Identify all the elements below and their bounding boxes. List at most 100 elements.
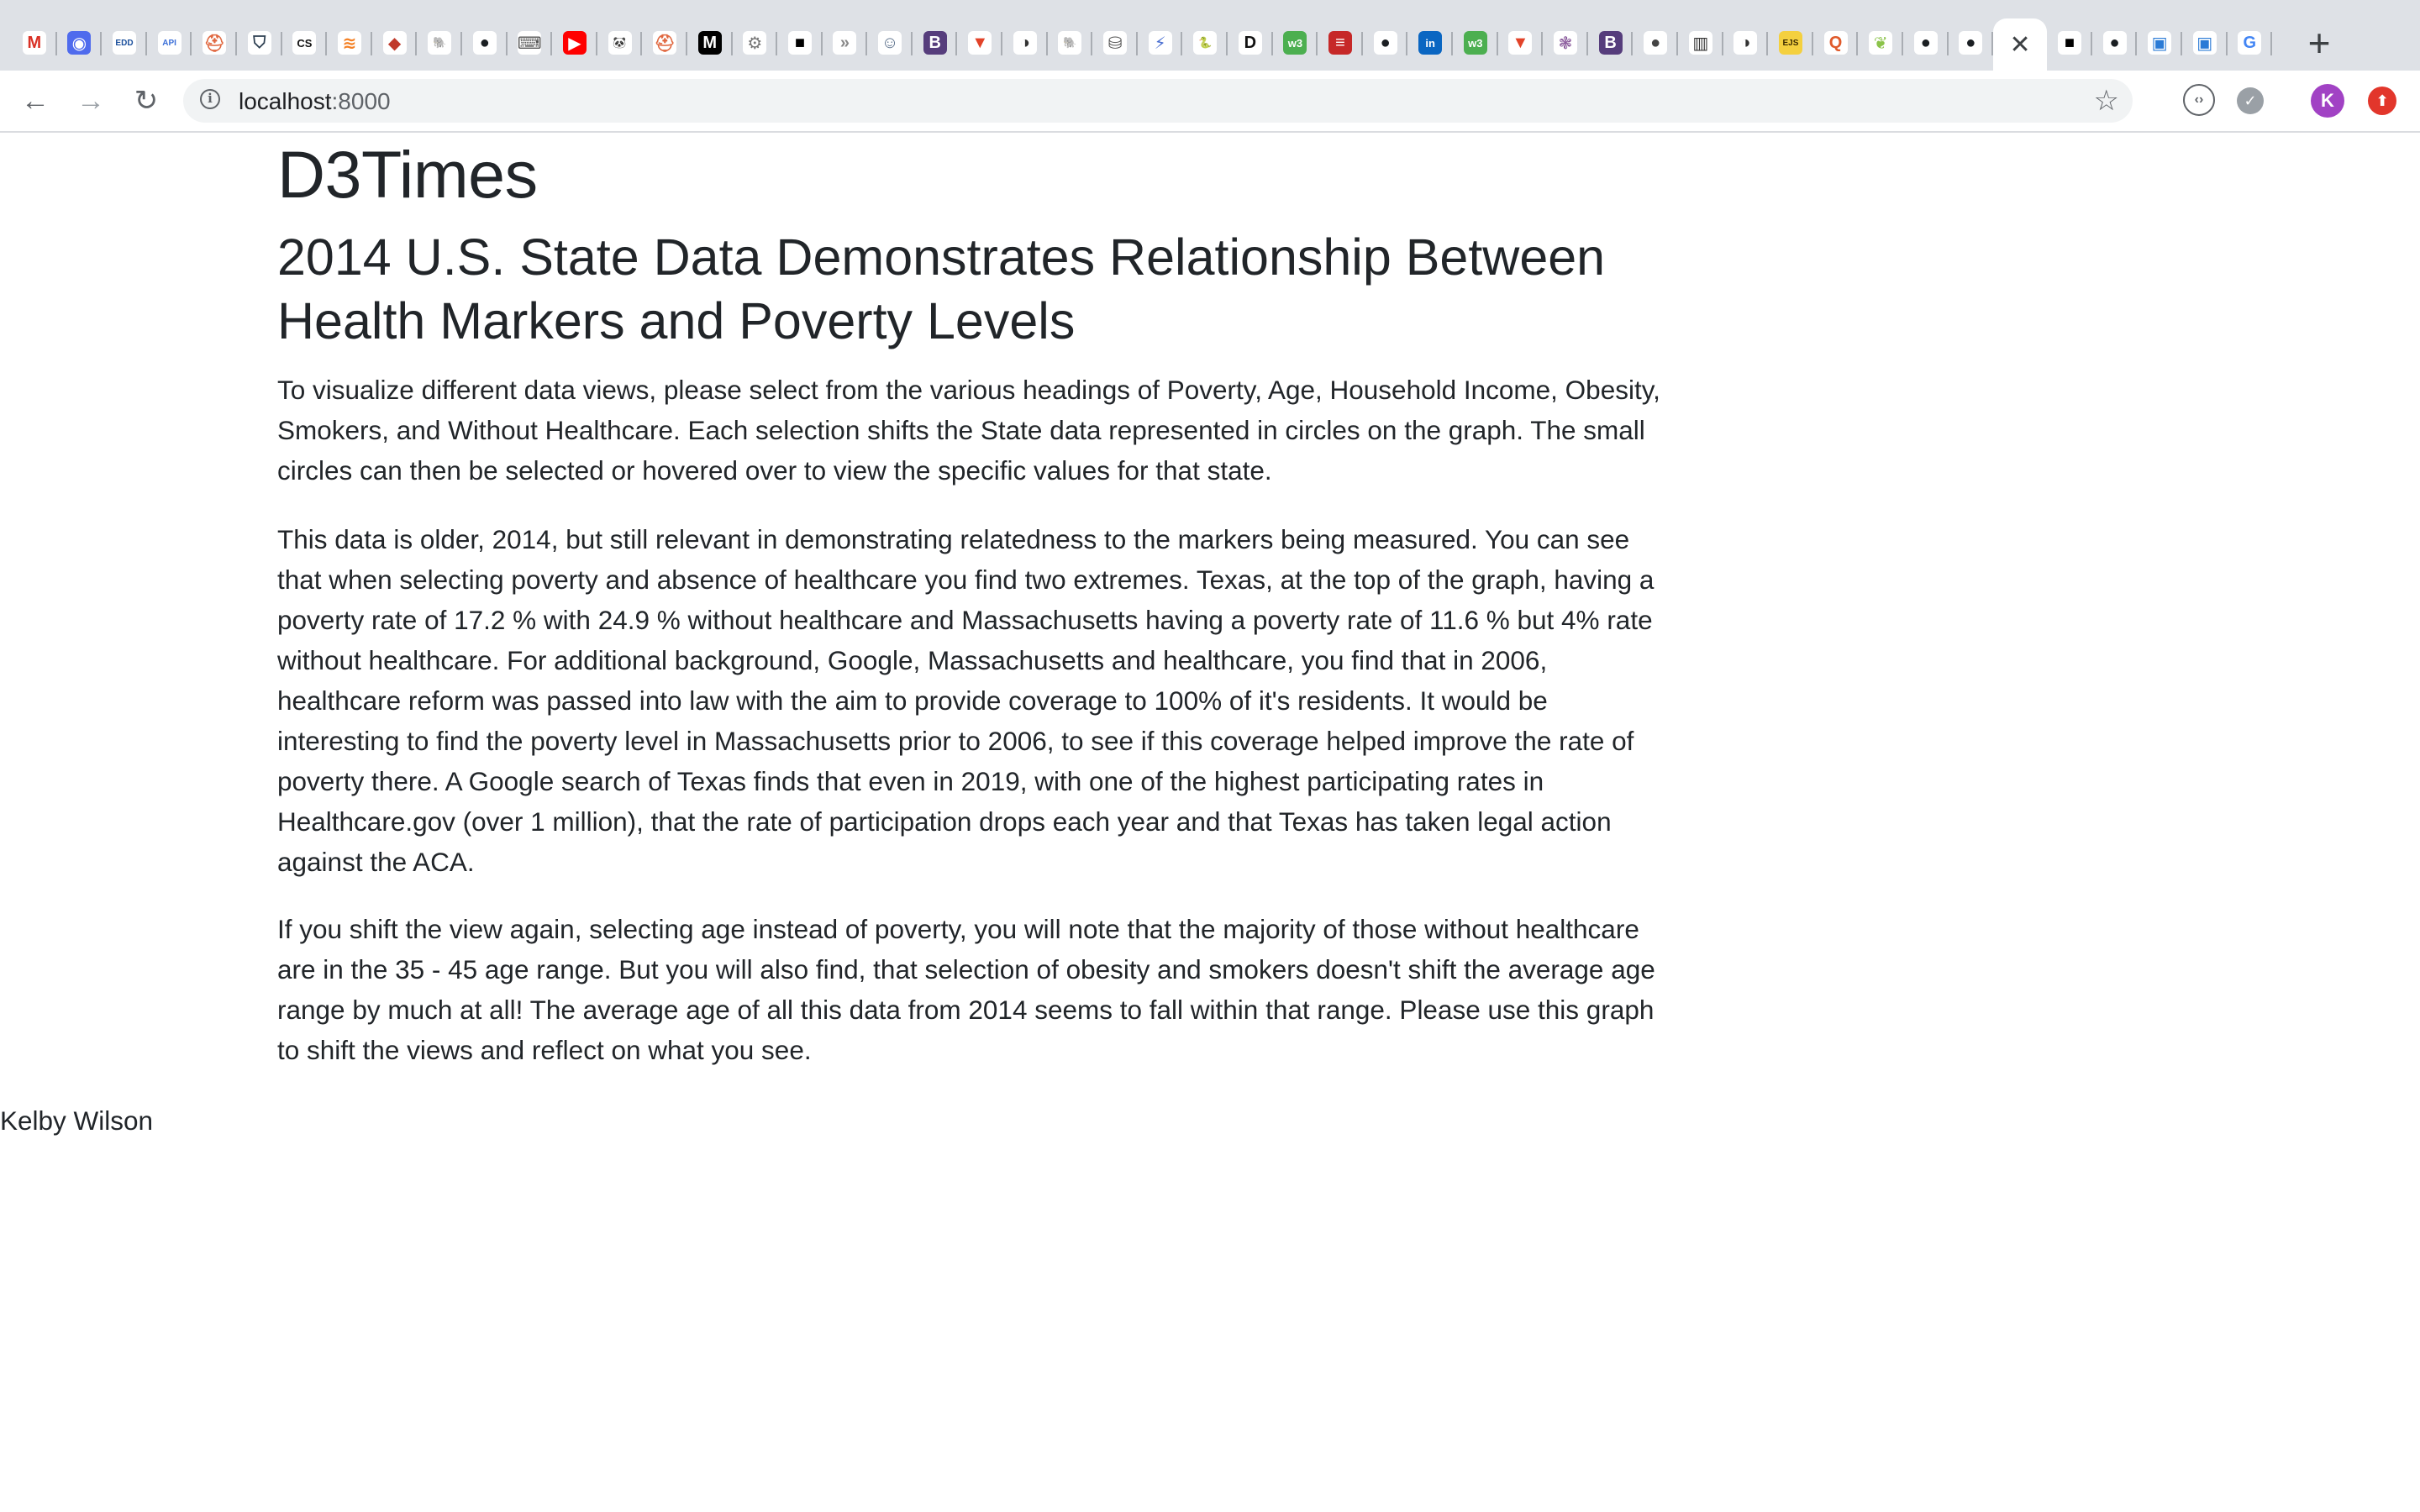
tabs-row: M ◉ EDD API ⛑ ⛉ CS ≋ ◆ 🐘 ● ⌨ ▶ 🐼 ⛑ M ⚙ ■» ☺ B ▼ ◑ 🐘 ⛁ ⚡ 🐍 Dw3 ≡ ● in w… xyxy=(12,18,2297,71)
tab-strip: M ◉ EDD API ⛑ ⛉ CS ≋ ◆ 🐘 ● ⌨ ▶ 🐼 ⛑ M ⚙ ■» ☺ B ▼ ◑ 🐘 ⛁ ⚡ 🐍 Dw3 ≡ ● in w… xyxy=(0,0,2420,71)
extension-code-icon[interactable]: ‹› xyxy=(2183,84,2215,116)
browser-tab[interactable]: 🐘 xyxy=(1048,18,1093,67)
gitlab-icon-2: ▼ xyxy=(1508,31,1533,55)
edd-icon: EDD xyxy=(112,31,136,55)
github-icon-2: ● xyxy=(1373,31,1397,55)
gmail-icon: M xyxy=(22,31,46,55)
browser-tab[interactable]: » xyxy=(823,18,868,67)
page-headline: 2014 U.S. State Data Demonstrates Relati… xyxy=(277,228,1606,349)
globe-icon: ◑ xyxy=(1013,31,1037,55)
browser-tab[interactable]: ◉ xyxy=(57,18,103,67)
browser-tab[interactable]: ● xyxy=(2092,18,2138,67)
browser-tab[interactable]: D xyxy=(1228,18,1273,67)
browser-tab[interactable]: ⌨ xyxy=(508,18,553,67)
browser-tab[interactable]: M xyxy=(12,18,57,67)
author-name: Kelby Wilson xyxy=(0,1105,154,1136)
browser-tab[interactable]: w3 xyxy=(1273,18,1318,67)
browser-tab[interactable]: ⛑ xyxy=(642,18,687,67)
profile-avatar[interactable]: K xyxy=(2311,84,2344,118)
intro-paragraph: To visualize different data views, pleas… xyxy=(277,375,1660,486)
browser-tab[interactable]: ● xyxy=(1903,18,1949,67)
browser-tab[interactable]: ⚙ xyxy=(733,18,778,67)
browser-tab[interactable]: ● xyxy=(1949,18,1994,67)
browser-tab[interactable]: 🐘 xyxy=(417,18,462,67)
ejs-icon: EJS xyxy=(1778,31,1802,55)
browser-tab[interactable]: ⛑ xyxy=(192,18,237,67)
brain-icon: ❃ xyxy=(1553,31,1577,55)
forward-button[interactable]: → xyxy=(71,81,111,121)
browser-toolbar: ← → ↻ i localhost:8000 ☆ ‹› ✓ K ⬆ xyxy=(0,71,2420,133)
browser-tab[interactable]: EDD xyxy=(102,18,147,67)
info-icon[interactable]: i xyxy=(200,89,220,109)
browser-tab[interactable]: ■ xyxy=(777,18,823,67)
github-icon-4: ● xyxy=(1959,31,1983,55)
browser-tab[interactable]: B xyxy=(913,18,958,67)
extension-check-icon[interactable]: ✓ xyxy=(2237,87,2264,114)
browser-tab[interactable]: ▼ xyxy=(1498,18,1544,67)
browser-tab[interactable]: ◑ xyxy=(1002,18,1048,67)
browser-tab[interactable]: ◑ xyxy=(1723,18,1769,67)
bookmark-star-icon[interactable]: ☆ xyxy=(2094,84,2119,118)
browser-tab[interactable]: ⚡ xyxy=(1138,18,1183,67)
url-text: localhost:8000 xyxy=(239,88,391,115)
browser-tab[interactable]: EJS xyxy=(1768,18,1813,67)
close-tab-icon[interactable]: ✕ xyxy=(2010,30,2031,60)
api-icon: API xyxy=(157,31,182,55)
black-square-icon-2: ■ xyxy=(2057,31,2081,55)
browser-tab[interactable]: M xyxy=(687,18,733,67)
dark-circle-icon: ● xyxy=(1644,31,1668,55)
browser-tab[interactable]: ▶ xyxy=(552,18,597,67)
browser-tab[interactable]: ❃ xyxy=(1543,18,1588,67)
browser-tab[interactable]: ⛁ xyxy=(1092,18,1138,67)
postgres-icon: 🐘 xyxy=(428,31,452,55)
robot-icon: ☺ xyxy=(878,31,902,55)
terminal-icon: ⌨ xyxy=(518,31,542,55)
browser-tab[interactable]: G xyxy=(2228,18,2273,67)
update-alert-icon[interactable]: ⬆ xyxy=(2368,87,2396,115)
browser-tab[interactable]: ▣ xyxy=(2182,18,2228,67)
shield-icon: ⛉ xyxy=(247,31,271,55)
browser-tab[interactable]: CS xyxy=(282,18,328,67)
analysis-paragraph: This data is older, 2014, but still rele… xyxy=(277,524,1655,877)
doc-icon-2: ▣ xyxy=(2192,31,2217,55)
browser-tab[interactable]: ● xyxy=(1633,18,1678,67)
browser-tab[interactable]: ≡ xyxy=(1318,18,1363,67)
bolt-icon: ⚡ xyxy=(1148,31,1172,55)
browser-tab[interactable]: ■ xyxy=(2047,18,2092,67)
browser-tab[interactable]: 🐍 xyxy=(1182,18,1228,67)
browser-tab[interactable]: ≋ xyxy=(327,18,372,67)
browser-tab[interactable]: ▥ xyxy=(1678,18,1723,67)
python-icon: 🐍 xyxy=(1193,31,1218,55)
github-icon-3: ● xyxy=(1913,31,1938,55)
arrow-left-icon: ← xyxy=(21,84,50,117)
new-tab-button[interactable]: + xyxy=(2294,18,2344,67)
browser-tab[interactable]: Q xyxy=(1813,18,1859,67)
browser-tab[interactable]: w3 xyxy=(1453,18,1498,67)
back-button[interactable]: ← xyxy=(15,81,55,121)
browser-tab[interactable]: API xyxy=(147,18,192,67)
browser-tab[interactable]: ◆ xyxy=(372,18,418,67)
youtube-icon: ▶ xyxy=(562,31,587,55)
browser-tab[interactable]: B xyxy=(1588,18,1634,67)
active-tab[interactable]: ✕ xyxy=(1993,18,2048,71)
reload-button[interactable]: ↻ xyxy=(126,81,166,121)
browser-tab[interactable]: ⛉ xyxy=(237,18,282,67)
address-bar[interactable]: i localhost:8000 ☆ xyxy=(183,79,2133,123)
github-icon-5: ● xyxy=(2102,31,2127,55)
url-port: :8000 xyxy=(331,88,391,114)
browser-tab[interactable]: ☺ xyxy=(867,18,913,67)
black-square-icon: ■ xyxy=(787,31,812,55)
url-host: localhost xyxy=(239,88,332,114)
browser-tab[interactable]: ▼ xyxy=(957,18,1002,67)
browser-tab[interactable]: ● xyxy=(1363,18,1408,67)
panda-icon: 🐼 xyxy=(608,31,632,55)
browser-tab[interactable]: ▣ xyxy=(2137,18,2182,67)
github-icon: ● xyxy=(472,31,497,55)
browser-tab[interactable]: in xyxy=(1407,18,1453,67)
browser-tab[interactable]: ❦ xyxy=(1858,18,1903,67)
w3-icon-2: w3 xyxy=(1463,31,1487,55)
bootstrap-icon-2: B xyxy=(1598,31,1623,55)
helmet-icon-2: ⛑ xyxy=(653,31,677,55)
browser-tab[interactable]: ● xyxy=(462,18,508,67)
browser-tab[interactable]: 🐼 xyxy=(597,18,643,67)
